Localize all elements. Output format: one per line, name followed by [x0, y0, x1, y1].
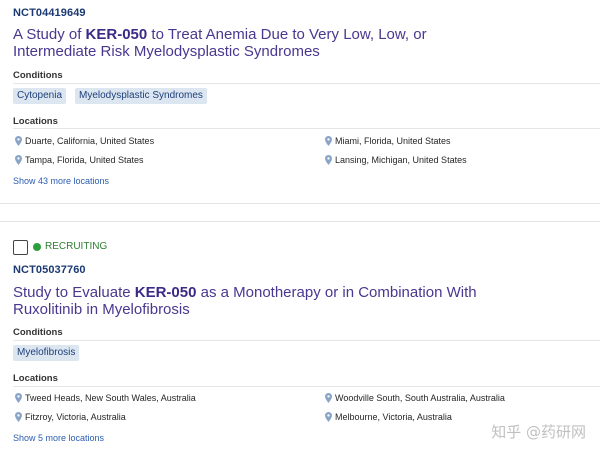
condition-chip[interactable]: Myelofibrosis	[13, 345, 80, 361]
location-item: Lansing, Michigan, United States	[325, 155, 467, 165]
trial-title-link[interactable]: Study to Evaluate KER-050 as a Monothera…	[13, 284, 483, 318]
locations-label: Locations	[13, 116, 58, 127]
conditions-label: Conditions	[13, 70, 63, 81]
show-more-locations-link[interactable]: Show 5 more locations	[13, 433, 104, 443]
trial-id[interactable]: NCT04419649	[13, 7, 86, 19]
location-item: Miami, Florida, United States	[325, 136, 451, 146]
trial-card-1: NCT04419649 A Study of KER-050 to Treat …	[0, 0, 600, 203]
title-highlight: KER-050	[85, 26, 148, 43]
map-pin-icon	[15, 136, 22, 146]
map-pin-icon	[325, 136, 332, 146]
title-text: A Study of	[13, 26, 86, 43]
location-item: Melbourne, Victoria, Australia	[325, 412, 452, 422]
location-item: Tweed Heads, New South Wales, Australia	[15, 393, 196, 403]
title-highlight: KER-050	[134, 284, 197, 301]
map-pin-icon	[15, 155, 22, 165]
condition-chip[interactable]: Myelodysplastic Syndromes	[75, 88, 207, 104]
location-item: Tampa, Florida, United States	[15, 155, 144, 165]
location-item: Fitzroy, Victoria, Australia	[15, 412, 126, 422]
show-more-locations-link[interactable]: Show 43 more locations	[13, 176, 109, 186]
map-pin-icon	[325, 412, 332, 422]
locations-label: Locations	[13, 373, 58, 384]
select-trial-checkbox[interactable]	[13, 240, 28, 255]
green-dot-icon	[33, 242, 41, 251]
watermark: 知乎 @药研网	[491, 423, 586, 441]
conditions-label: Conditions	[13, 327, 63, 338]
map-pin-icon	[15, 393, 22, 403]
divider	[13, 83, 600, 84]
map-pin-icon	[15, 412, 22, 422]
trial-title-link[interactable]: A Study of KER-050 to Treat Anemia Due t…	[13, 26, 513, 60]
trial-id[interactable]: NCT05037760	[13, 264, 86, 276]
map-pin-icon	[325, 155, 332, 165]
status-text: RECRUITING	[45, 241, 108, 252]
divider	[13, 386, 600, 387]
divider	[13, 128, 600, 129]
status-badge: RECRUITING	[33, 241, 107, 252]
location-item: Woodville South, South Australia, Austra…	[325, 393, 505, 403]
divider	[13, 340, 600, 341]
map-pin-icon	[325, 393, 332, 403]
location-item: Duarte, California, United States	[15, 136, 154, 146]
card-divider	[0, 203, 600, 204]
title-text: Study to Evaluate	[13, 284, 135, 301]
condition-chip[interactable]: Cytopenia	[13, 88, 67, 104]
